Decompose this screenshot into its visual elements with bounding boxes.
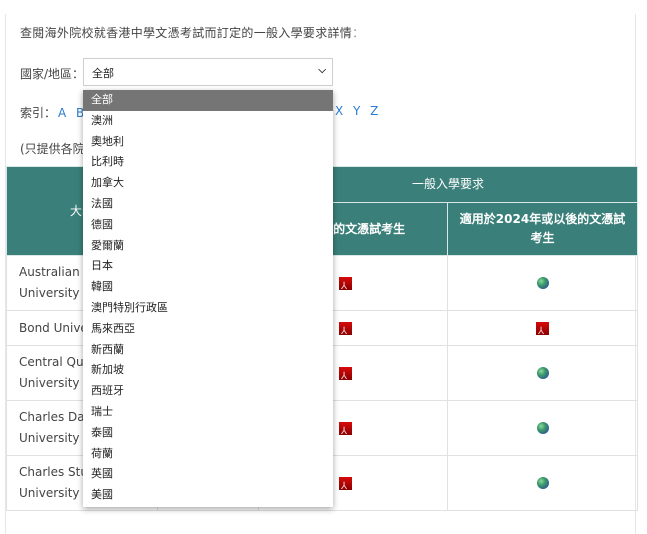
post-2024-cell	[446, 455, 639, 511]
country-option[interactable]: 荷蘭	[83, 444, 333, 465]
country-option[interactable]: 法國	[83, 194, 333, 215]
country-option[interactable]: 泰國	[83, 423, 333, 444]
country-option[interactable]: 馬來西亞	[83, 319, 333, 340]
globe-icon[interactable]	[536, 367, 549, 379]
country-option[interactable]: 加拿大	[83, 173, 333, 194]
post-2024-cell	[446, 345, 639, 401]
country-option[interactable]: 西班牙	[83, 381, 333, 402]
post-2024-cell	[446, 400, 639, 456]
post-2024-cell	[446, 310, 639, 346]
pdf-icon[interactable]	[339, 276, 352, 297]
globe-icon[interactable]	[536, 422, 549, 434]
country-option[interactable]: 韓國	[83, 277, 333, 298]
post-2024-cell	[446, 255, 639, 311]
country-select[interactable]: 全部 ⌵	[83, 58, 333, 86]
country-filter-label: 國家/地區：	[20, 67, 85, 81]
pdf-icon[interactable]	[536, 321, 549, 342]
country-option[interactable]: 日本	[83, 256, 333, 277]
country-option[interactable]: 澳洲	[83, 111, 333, 132]
intro-text: 查閱海外院校就香港中學文憑考試而訂定的一般入學要求詳情：	[20, 24, 364, 41]
country-dropdown-list: 全部 澳洲 奧地利 比利時 加拿大 法國 德國 愛爾蘭 日本 韓國 澳門特別行政區 馬來西亞 新西蘭 新加…	[83, 90, 333, 507]
chevron-down-icon: ⌵	[318, 65, 326, 76]
country-option[interactable]: 澳門特別行政區	[83, 298, 333, 319]
header-post-2024: 適用於2024年或以後的文憑試考生	[446, 202, 639, 256]
globe-icon[interactable]	[536, 477, 549, 489]
country-option[interactable]: 奧地利	[83, 132, 333, 153]
pdf-icon[interactable]	[339, 366, 352, 387]
pdf-icon[interactable]	[339, 476, 352, 497]
index-label: 索引：	[20, 106, 57, 120]
intro-text-body: 查閱海外院校就香港中學文憑考試而訂定的一般入學要求詳情	[20, 26, 353, 40]
country-option[interactable]: 全部	[83, 90, 333, 111]
intro-colon: ：	[352, 26, 365, 40]
globe-icon[interactable]	[536, 277, 549, 289]
country-option[interactable]: 瑞士	[83, 402, 333, 423]
country-option[interactable]: 比利時	[83, 152, 333, 173]
index-line: 索引： A B	[20, 104, 87, 121]
pdf-icon[interactable]	[339, 421, 352, 442]
country-option[interactable]: 愛爾蘭	[83, 236, 333, 257]
index-letters-end[interactable]: X Y Z	[335, 104, 381, 118]
note-text: (只提供各院	[20, 142, 85, 156]
country-select-value: 全部	[92, 67, 114, 80]
country-option[interactable]: 英國	[83, 464, 333, 485]
country-option[interactable]: 德國	[83, 215, 333, 236]
country-option[interactable]: 美國	[83, 485, 333, 506]
country-option[interactable]: 新加坡	[83, 360, 333, 381]
pdf-icon[interactable]	[339, 321, 352, 342]
country-option[interactable]: 新西蘭	[83, 340, 333, 361]
